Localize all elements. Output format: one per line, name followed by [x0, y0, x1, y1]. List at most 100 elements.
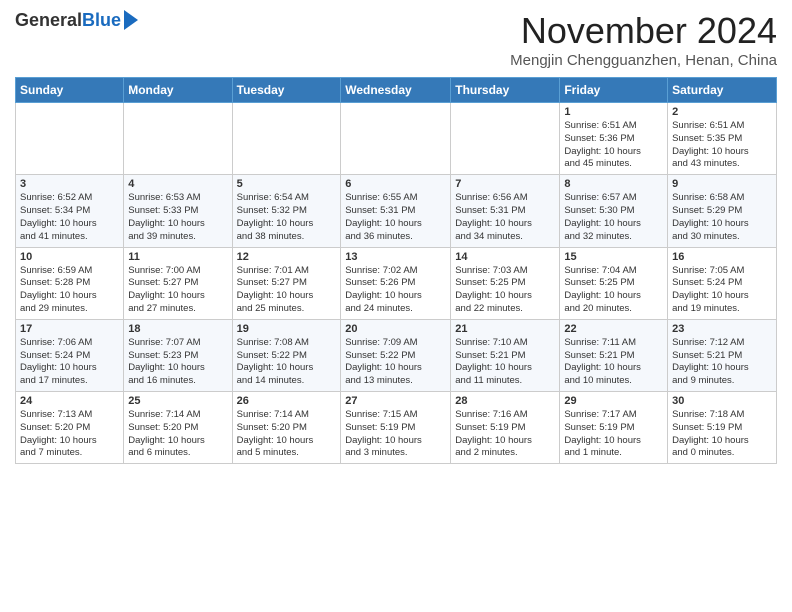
cell-content: Sunrise: 7:00 AMSunset: 5:27 PMDaylight:… — [128, 265, 227, 316]
day-number: 23 — [672, 323, 772, 335]
cell-content: Sunrise: 7:16 AMSunset: 5:19 PMDaylight:… — [455, 409, 555, 460]
weekday-header: Saturday — [668, 78, 777, 103]
page-header: General Blue November 2024 Mengjin Cheng… — [15, 10, 777, 69]
calendar-cell: 22 Sunrise: 7:11 AMSunset: 5:21 PMDayligh… — [560, 319, 668, 391]
calendar-cell: 5 Sunrise: 6:54 AMSunset: 5:32 PMDaylight… — [232, 175, 341, 247]
calendar-cell: 11Sunrise: 7:00 AMSunset: 5:27 PMDayligh… — [124, 247, 232, 319]
calendar-cell: 21 Sunrise: 7:10 AMSunset: 5:21 PMDayligh… — [451, 319, 560, 391]
weekday-header: Friday — [560, 78, 668, 103]
calendar-cell — [341, 103, 451, 175]
cell-content: Sunrise: 7:18 AMSunset: 5:19 PMDaylight:… — [672, 409, 772, 460]
weekday-header: Sunday — [16, 78, 124, 103]
day-number: 1 — [564, 106, 663, 118]
month-title: November 2024 — [510, 10, 777, 52]
cell-content: Sunrise: 6:51 AMSunset: 5:35 PMDaylight:… — [672, 120, 772, 171]
cell-content: Sunrise: 6:52 AMSunset: 5:34 PMDaylight:… — [20, 192, 119, 243]
day-number: 7 — [455, 178, 555, 190]
calendar-cell: 24Sunrise: 7:13 AMSunset: 5:20 PMDayligh… — [16, 392, 124, 464]
calendar-cell: 23 Sunrise: 7:12 AMSunset: 5:21 PMDayligh… — [668, 319, 777, 391]
calendar-cell: 7 Sunrise: 6:56 AMSunset: 5:31 PMDaylight… — [451, 175, 560, 247]
day-number: 30 — [672, 395, 772, 407]
day-number: 16 — [672, 251, 772, 263]
cell-content: Sunrise: 6:53 AMSunset: 5:33 PMDaylight:… — [128, 192, 227, 243]
cell-content: Sunrise: 7:11 AMSunset: 5:21 PMDaylight:… — [564, 337, 663, 388]
day-number: 20 — [345, 323, 446, 335]
calendar-cell: 26 Sunrise: 7:14 AMSunset: 5:20 PMDayligh… — [232, 392, 341, 464]
day-number: 19 — [237, 323, 337, 335]
day-number: 29 — [564, 395, 663, 407]
calendar-cell: 10 Sunrise: 6:59 AMSunset: 5:28 PMDayligh… — [16, 247, 124, 319]
day-number: 10 — [20, 251, 119, 263]
calendar-cell: 17 Sunrise: 7:06 AMSunset: 5:24 PMDayligh… — [16, 319, 124, 391]
cell-content: Sunrise: 7:06 AMSunset: 5:24 PMDaylight:… — [20, 337, 119, 388]
calendar-cell: 3 Sunrise: 6:52 AMSunset: 5:34 PMDaylight… — [16, 175, 124, 247]
calendar-cell — [451, 103, 560, 175]
calendar-cell: 1 Sunrise: 6:51 AMSunset: 5:36 PMDaylight… — [560, 103, 668, 175]
calendar-week-row: 10 Sunrise: 6:59 AMSunset: 5:28 PMDayligh… — [16, 247, 777, 319]
day-number: 9 — [672, 178, 772, 190]
calendar-week-row: 3 Sunrise: 6:52 AMSunset: 5:34 PMDaylight… — [16, 175, 777, 247]
cell-content: Sunrise: 6:57 AMSunset: 5:30 PMDaylight:… — [564, 192, 663, 243]
calendar-cell: 16Sunrise: 7:05 AMSunset: 5:24 PMDayligh… — [668, 247, 777, 319]
weekday-header: Thursday — [451, 78, 560, 103]
cell-content: Sunrise: 6:56 AMSunset: 5:31 PMDaylight:… — [455, 192, 555, 243]
cell-content: Sunrise: 7:09 AMSunset: 5:22 PMDaylight:… — [345, 337, 446, 388]
calendar-header-row: SundayMondayTuesdayWednesdayThursdayFrid… — [16, 78, 777, 103]
cell-content: Sunrise: 7:02 AMSunset: 5:26 PMDaylight:… — [345, 265, 446, 316]
logo-arrow-icon — [124, 10, 138, 30]
cell-content: Sunrise: 7:14 AMSunset: 5:20 PMDaylight:… — [128, 409, 227, 460]
day-number: 12 — [237, 251, 337, 263]
logo-blue-text: Blue — [82, 10, 121, 31]
cell-content: Sunrise: 6:51 AMSunset: 5:36 PMDaylight:… — [564, 120, 663, 171]
calendar-cell: 13 Sunrise: 7:02 AMSunset: 5:26 PMDayligh… — [341, 247, 451, 319]
cell-content: Sunrise: 7:10 AMSunset: 5:21 PMDaylight:… — [455, 337, 555, 388]
day-number: 22 — [564, 323, 663, 335]
calendar-week-row: 17 Sunrise: 7:06 AMSunset: 5:24 PMDayligh… — [16, 319, 777, 391]
calendar-table: SundayMondayTuesdayWednesdayThursdayFrid… — [15, 77, 777, 464]
calendar-cell: 9 Sunrise: 6:58 AMSunset: 5:29 PMDaylight… — [668, 175, 777, 247]
cell-content: Sunrise: 7:12 AMSunset: 5:21 PMDaylight:… — [672, 337, 772, 388]
day-number: 3 — [20, 178, 119, 190]
calendar-cell: 27Sunrise: 7:15 AMSunset: 5:19 PMDayligh… — [341, 392, 451, 464]
calendar-cell: 20 Sunrise: 7:09 AMSunset: 5:22 PMDayligh… — [341, 319, 451, 391]
day-number: 13 — [345, 251, 446, 263]
logo: General Blue — [15, 10, 138, 31]
calendar-cell: 14 Sunrise: 7:03 AMSunset: 5:25 PMDayligh… — [451, 247, 560, 319]
calendar-cell: 30 Sunrise: 7:18 AMSunset: 5:19 PMDayligh… — [668, 392, 777, 464]
weekday-header: Monday — [124, 78, 232, 103]
day-number: 17 — [20, 323, 119, 335]
calendar-cell: 4 Sunrise: 6:53 AMSunset: 5:33 PMDaylight… — [124, 175, 232, 247]
day-number: 28 — [455, 395, 555, 407]
cell-content: Sunrise: 7:01 AMSunset: 5:27 PMDaylight:… — [237, 265, 337, 316]
day-number: 21 — [455, 323, 555, 335]
day-number: 14 — [455, 251, 555, 263]
cell-content: Sunrise: 6:54 AMSunset: 5:32 PMDaylight:… — [237, 192, 337, 243]
cell-content: Sunrise: 7:17 AMSunset: 5:19 PMDaylight:… — [564, 409, 663, 460]
cell-content: Sunrise: 7:04 AMSunset: 5:25 PMDaylight:… — [564, 265, 663, 316]
cell-content: Sunrise: 7:03 AMSunset: 5:25 PMDaylight:… — [455, 265, 555, 316]
day-number: 26 — [237, 395, 337, 407]
calendar-cell: 25 Sunrise: 7:14 AMSunset: 5:20 PMDayligh… — [124, 392, 232, 464]
day-number: 24 — [20, 395, 119, 407]
day-number: 4 — [128, 178, 227, 190]
calendar-cell — [124, 103, 232, 175]
calendar-cell: 28 Sunrise: 7:16 AMSunset: 5:19 PMDayligh… — [451, 392, 560, 464]
location-subtitle: Mengjin Chengguanzhen, Henan, China — [510, 52, 777, 69]
cell-content: Sunrise: 7:07 AMSunset: 5:23 PMDaylight:… — [128, 337, 227, 388]
day-number: 25 — [128, 395, 227, 407]
day-number: 27 — [345, 395, 446, 407]
logo-general-text: General — [15, 10, 82, 31]
day-number: 6 — [345, 178, 446, 190]
calendar-cell — [232, 103, 341, 175]
cell-content: Sunrise: 7:14 AMSunset: 5:20 PMDaylight:… — [237, 409, 337, 460]
calendar-cell: 12 Sunrise: 7:01 AMSunset: 5:27 PMDayligh… — [232, 247, 341, 319]
calendar-cell: 29 Sunrise: 7:17 AMSunset: 5:19 PMDayligh… — [560, 392, 668, 464]
cell-content: Sunrise: 6:58 AMSunset: 5:29 PMDaylight:… — [672, 192, 772, 243]
calendar-cell: 2Sunrise: 6:51 AMSunset: 5:35 PMDaylight… — [668, 103, 777, 175]
cell-content: Sunrise: 7:08 AMSunset: 5:22 PMDaylight:… — [237, 337, 337, 388]
calendar-week-row: 1 Sunrise: 6:51 AMSunset: 5:36 PMDaylight… — [16, 103, 777, 175]
weekday-header: Tuesday — [232, 78, 341, 103]
day-number: 5 — [237, 178, 337, 190]
calendar-cell: 6Sunrise: 6:55 AMSunset: 5:31 PMDaylight… — [341, 175, 451, 247]
cell-content: Sunrise: 6:59 AMSunset: 5:28 PMDaylight:… — [20, 265, 119, 316]
